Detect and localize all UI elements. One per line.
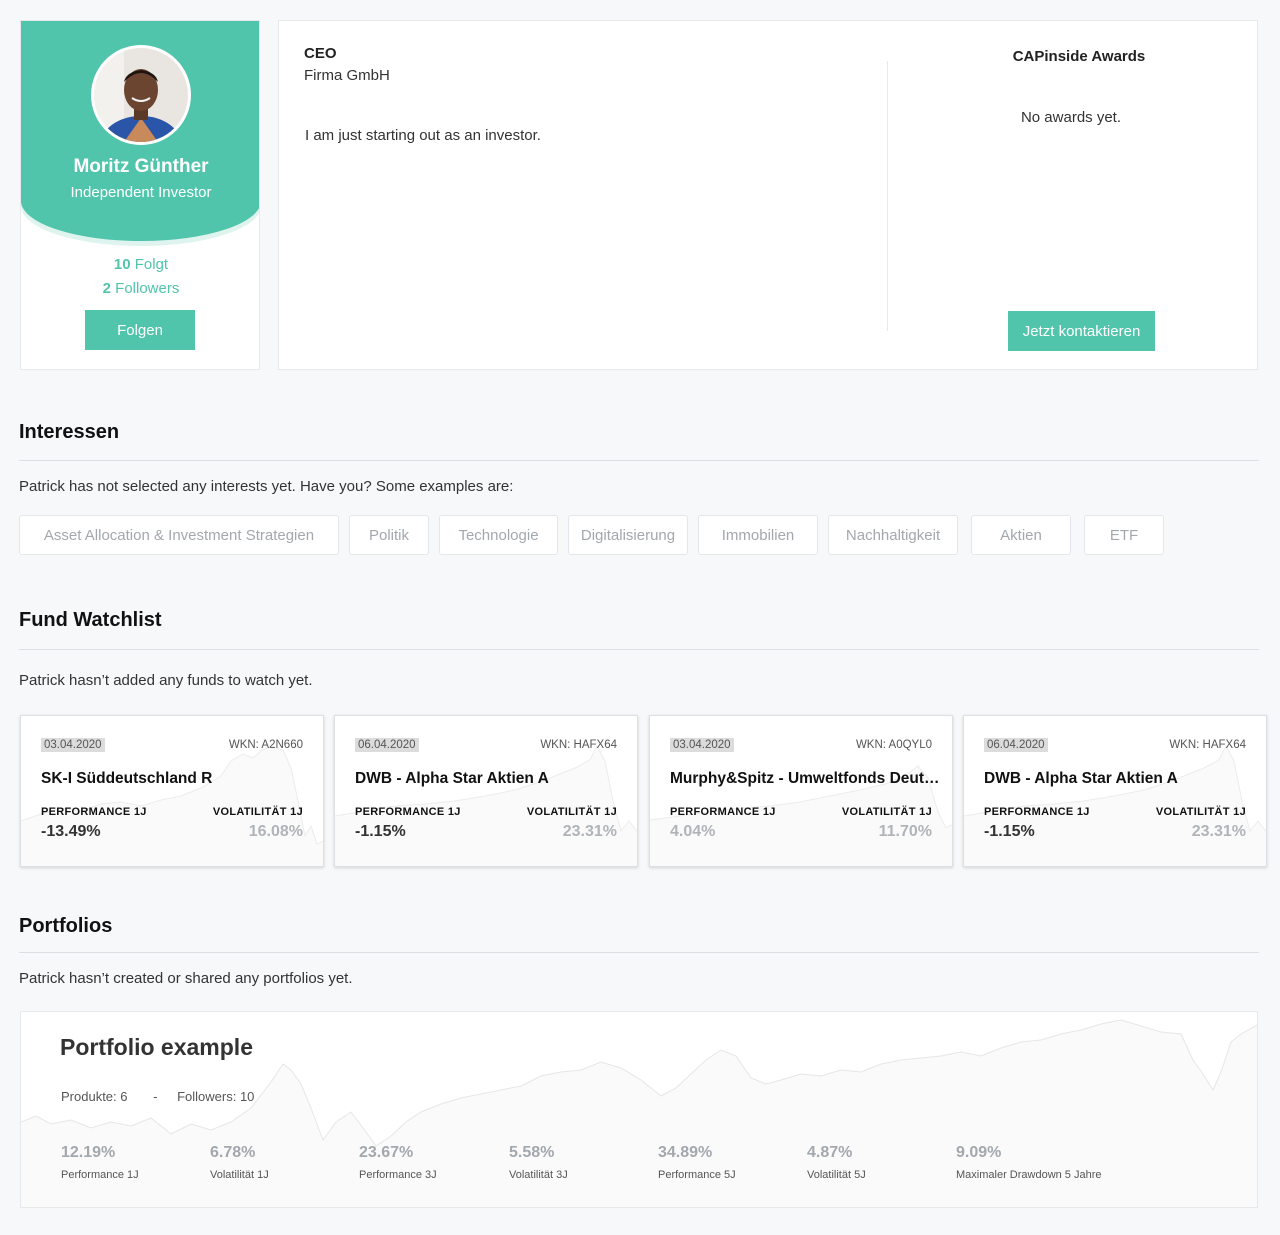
about-divider xyxy=(887,61,888,331)
stat-label: Performance 1J xyxy=(61,1169,139,1181)
stat-label: Performance 5J xyxy=(658,1169,736,1181)
fund-wkn: WKN: HAFX64 xyxy=(1169,739,1246,751)
portfolios-title: Portfolios xyxy=(19,915,113,937)
profile-card: Moritz Günther Independent Investor 10 F… xyxy=(20,20,260,370)
stat-label: Maximaler Drawdown 5 Jahre xyxy=(956,1169,1102,1181)
contact-button[interactable]: Jetzt kontaktieren xyxy=(1008,311,1155,351)
portfolio-stat: 4.87% Volatilität 5J xyxy=(807,1144,866,1181)
about-card: CEO Firma GmbH I am just starting out as… xyxy=(278,20,1258,370)
portfolio-stat: 12.19% Performance 1J xyxy=(61,1144,139,1181)
portfolio-meta-separator: - xyxy=(153,1089,158,1104)
performance-value: -13.49% xyxy=(41,823,101,840)
portfolio-products: Produkte: 6 xyxy=(61,1089,128,1104)
performance-label: PERFORMANCE 1J xyxy=(984,806,1090,818)
fund-name[interactable]: DWB - Alpha Star Aktien A xyxy=(355,770,625,788)
fund-wkn: WKN: A2N660 xyxy=(228,739,303,751)
fund-wkn: WKN: HAFX64 xyxy=(540,739,617,751)
following-link[interactable]: 10 Folgt xyxy=(21,256,259,273)
stat-value: 12.19% xyxy=(61,1144,116,1161)
interest-tag-etf[interactable]: ETF xyxy=(1084,515,1164,555)
stat-value: 34.89% xyxy=(658,1144,713,1161)
portfolio-followers: Followers: 10 xyxy=(177,1089,255,1104)
interest-tag-immobilien[interactable]: Immobilien xyxy=(698,515,818,555)
fund-card[interactable]: 03.04.2020 WKN: A0QYL0 Murphy&Spitz - Um… xyxy=(649,715,953,867)
interest-tag-politik[interactable]: Politik xyxy=(349,515,429,555)
portfolio-stat: 6.78% Volatilität 1J xyxy=(210,1144,269,1181)
fund-date: 06.04.2020 xyxy=(984,738,1048,752)
interest-tag-nachhaltigkeit[interactable]: Nachhaltigkeit xyxy=(828,515,958,555)
stat-label: Performance 3J xyxy=(359,1169,437,1181)
stat-value: 5.58% xyxy=(509,1144,555,1161)
interests-title: Interessen xyxy=(19,421,120,443)
awards-title: CAPinside Awards xyxy=(1012,48,1146,65)
company-name: Firma GmbH xyxy=(304,67,390,84)
performance-label: PERFORMANCE 1J xyxy=(41,806,147,818)
performance-value: -1.15% xyxy=(984,823,1035,840)
portfolio-stat: 9.09% Maximaler Drawdown 5 Jahre xyxy=(956,1144,1102,1181)
volatility-value: 23.31% xyxy=(1191,823,1246,840)
portfolio-stat: 34.89% Performance 5J xyxy=(658,1144,736,1181)
watchlist-title: Fund Watchlist xyxy=(19,609,162,631)
stat-label: Volatilität 5J xyxy=(807,1169,866,1181)
interest-tag-digitalisierung[interactable]: Digitalisierung xyxy=(568,515,688,555)
follow-button[interactable]: Folgen xyxy=(85,310,195,350)
avatar[interactable] xyxy=(91,45,191,145)
followers-count: 2 xyxy=(102,280,111,297)
volatility-label: VOLATILITÄT 1J xyxy=(841,806,932,818)
interests-divider xyxy=(19,460,1259,461)
portfolios-divider xyxy=(19,952,1259,953)
awards-empty-text: No awards yet. xyxy=(1020,109,1122,126)
interest-tag-technologie[interactable]: Technologie xyxy=(439,515,558,555)
portfolio-card[interactable]: Portfolio example Produkte: 6 - Follower… xyxy=(20,1011,1258,1208)
stat-label: Volatilität 3J xyxy=(509,1169,568,1181)
volatility-label: VOLATILITÄT 1J xyxy=(212,806,303,818)
job-title: CEO xyxy=(304,45,337,62)
followers-label: Followers xyxy=(115,280,180,297)
profile-name: Moritz Günther xyxy=(73,156,209,177)
fund-name[interactable]: SK-I Süddeutschland R xyxy=(41,770,311,788)
fund-card[interactable]: 06.04.2020 WKN: HAFX64 DWB - Alpha Star … xyxy=(334,715,638,867)
stat-value: 4.87% xyxy=(807,1144,853,1161)
stat-value: 23.67% xyxy=(359,1144,414,1161)
portfolios-description: Patrick hasn’t created or shared any por… xyxy=(19,970,353,987)
interest-tag-asset-allocation[interactable]: Asset Allocation & Investment Strategien xyxy=(19,515,339,555)
portfolio-stat: 5.58% Volatilität 3J xyxy=(509,1144,568,1181)
portfolio-stat: 23.67% Performance 3J xyxy=(359,1144,437,1181)
fund-card[interactable]: 06.04.2020 WKN: HAFX64 DWB - Alpha Star … xyxy=(963,715,1267,867)
volatility-value: 11.70% xyxy=(878,823,932,840)
interests-description: Patrick has not selected any interests y… xyxy=(19,478,514,495)
fund-wkn: WKN: A0QYL0 xyxy=(855,739,932,751)
fund-name[interactable]: DWB - Alpha Star Aktien A xyxy=(984,770,1254,788)
performance-label: PERFORMANCE 1J xyxy=(670,806,776,818)
portfolio-title[interactable]: Portfolio example xyxy=(60,1034,253,1061)
portfolio-meta: Produkte: 6 - Followers: 10 xyxy=(61,1089,254,1104)
stat-value: 6.78% xyxy=(210,1144,256,1161)
fund-card[interactable]: 03.04.2020 WKN: A2N660 SK-I Süddeutschla… xyxy=(20,715,324,867)
profile-role: Independent Investor xyxy=(70,184,212,201)
volatility-value: 23.31% xyxy=(562,823,617,840)
fund-date: 06.04.2020 xyxy=(355,738,419,752)
watchlist-divider xyxy=(19,649,1259,650)
following-label: Folgt xyxy=(134,256,169,273)
stat-value: 9.09% xyxy=(956,1144,1002,1161)
performance-value: -1.15% xyxy=(355,823,406,840)
interest-tag-aktien[interactable]: Aktien xyxy=(971,515,1071,555)
volatility-value: 16.08% xyxy=(248,823,303,840)
volatility-label: VOLATILITÄT 1J xyxy=(526,806,617,818)
followers-link[interactable]: 2 Followers xyxy=(21,280,259,297)
following-count: 10 xyxy=(113,256,131,273)
bio-text: I am just starting out as an investor. xyxy=(305,127,541,144)
performance-label: PERFORMANCE 1J xyxy=(355,806,461,818)
stat-label: Volatilität 1J xyxy=(210,1169,269,1181)
fund-date: 03.04.2020 xyxy=(41,738,105,752)
volatility-label: VOLATILITÄT 1J xyxy=(1155,806,1246,818)
watchlist-description: Patrick hasn’t added any funds to watch … xyxy=(19,672,313,689)
fund-name[interactable]: Murphy&Spitz - Umweltfonds Deutschland xyxy=(670,770,940,788)
fund-date: 03.04.2020 xyxy=(670,738,734,752)
performance-value: 4.04% xyxy=(670,823,716,840)
avatar-image xyxy=(94,48,188,142)
